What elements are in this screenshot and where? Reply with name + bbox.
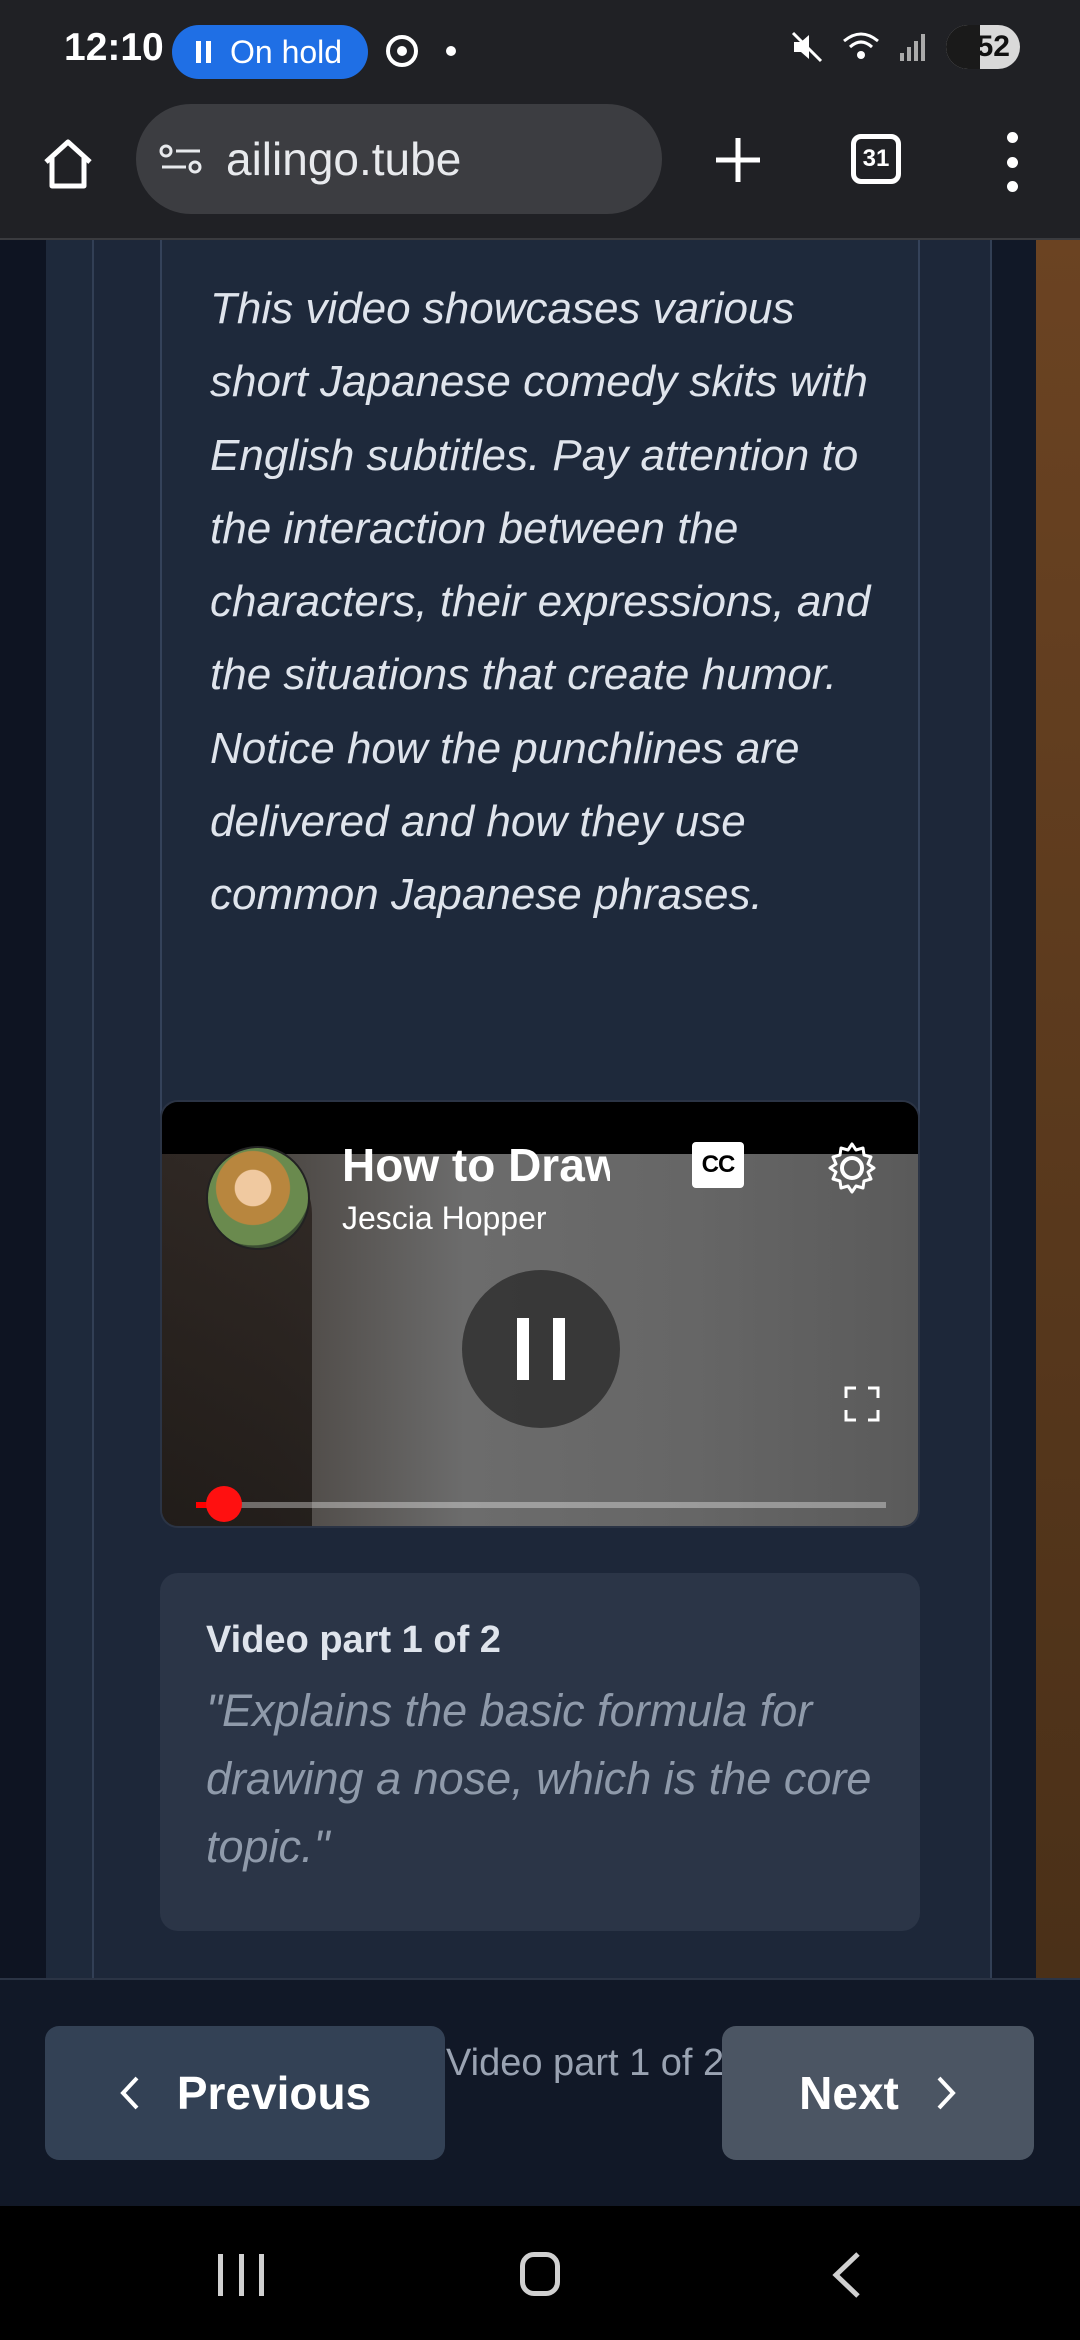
tabs-button[interactable]: 31 <box>851 134 901 184</box>
video-part-label: Video part 1 of 2 <box>206 1619 501 1661</box>
next-label: Next <box>799 2067 899 2119</box>
video-title[interactable]: How to Draw <box>342 1138 610 1192</box>
mute-icon <box>791 31 823 63</box>
video-progress-bar[interactable] <box>196 1486 886 1522</box>
previous-button[interactable]: Previous <box>45 2026 445 2160</box>
call-on-hold-chip[interactable]: On hold <box>172 25 368 79</box>
tab-count: 31 <box>862 145 890 172</box>
video-part-description: "Explains the basic formula for drawing … <box>206 1685 872 1872</box>
next-button[interactable]: Next <box>722 2026 1034 2160</box>
notification-dot-icon <box>446 46 456 56</box>
chevron-left-icon <box>120 2076 139 2110</box>
signal-icon <box>900 34 925 61</box>
gear-icon[interactable] <box>822 1138 882 1198</box>
status-bar: 12:10 On hold 52 <box>0 0 1080 100</box>
site-settings-icon[interactable] <box>158 139 204 179</box>
system-navigation-bar <box>0 2206 1080 2340</box>
fullscreen-icon[interactable] <box>844 1386 880 1422</box>
back-icon[interactable] <box>826 2250 866 2300</box>
chevron-right-icon <box>937 2076 956 2110</box>
wifi-icon <box>843 32 879 59</box>
system-home-icon[interactable] <box>520 2252 560 2296</box>
page-content: This video showcases various short Japan… <box>0 240 1080 1978</box>
previous-label: Previous <box>176 2067 372 2119</box>
battery-icon: 52 <box>946 25 1020 69</box>
recents-icon[interactable] <box>218 2254 264 2296</box>
call-status-label: On hold <box>230 33 343 70</box>
part-status: Video part 1 of 2 <box>446 2042 725 2084</box>
new-tab-icon[interactable] <box>712 134 764 186</box>
battery-level: 52 <box>976 30 1010 63</box>
captions-button[interactable]: CC <box>692 1142 744 1188</box>
pause-button[interactable] <box>462 1270 620 1428</box>
chrome-icon <box>386 35 418 67</box>
video-description-text: This video showcases various short Japan… <box>210 284 871 920</box>
pause-icon <box>196 41 212 63</box>
channel-avatar[interactable] <box>206 1146 310 1250</box>
browser-toolbar: ailingo.tube 31 <box>0 100 1080 240</box>
menu-icon[interactable] <box>1000 132 1024 192</box>
address-bar[interactable]: ailingo.tube <box>136 104 662 214</box>
video-part-card: Video part 1 of 2 "Explains the basic fo… <box>160 1573 920 1931</box>
video-player[interactable]: How to Draw Jescia Hopper CC <box>160 1100 920 1528</box>
video-author: Jescia Hopper <box>342 1200 547 1236</box>
url-text: ailingo.tube <box>226 133 462 185</box>
part-navigation: Previous Video part 1 of 2 Next <box>0 1978 1080 2206</box>
home-icon[interactable] <box>40 136 96 192</box>
status-time: 12:10 <box>64 26 164 69</box>
progress-scrubber[interactable] <box>205 1486 242 1522</box>
